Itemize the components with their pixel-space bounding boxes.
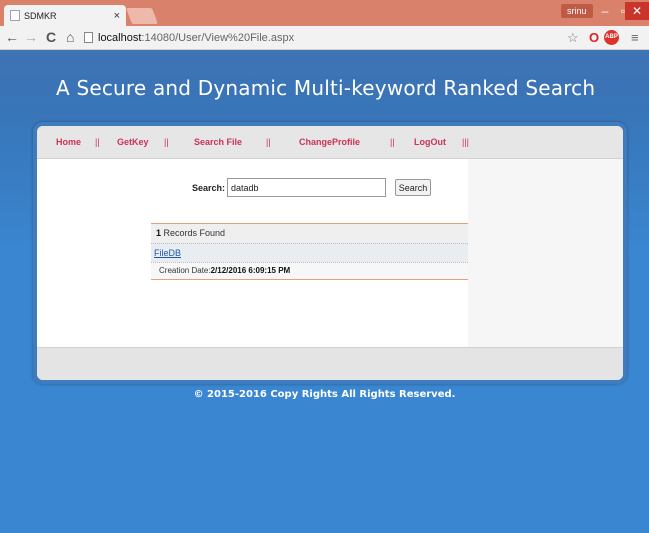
creation-date-value: 2/12/2016 6:09:15 PM — [210, 266, 291, 275]
records-found-row: 1 Records Found — [151, 223, 470, 243]
star-icon[interactable]: ☆ — [567, 30, 579, 46]
file-link[interactable]: FileDB — [154, 248, 181, 258]
menu-logout[interactable]: LogOut — [414, 137, 446, 147]
new-tab-button[interactable] — [126, 8, 158, 24]
tab-title: SDMKR — [24, 10, 57, 21]
search-input[interactable] — [227, 178, 386, 197]
menu-separator: || — [266, 137, 271, 147]
menu-search-file[interactable]: Search File — [194, 137, 242, 147]
creation-date-row: Creation Date:2/12/2016 6:09:15 PM — [151, 262, 470, 280]
tab-close-icon[interactable]: × — [114, 10, 120, 22]
opera-icon[interactable]: O — [589, 30, 599, 46]
address-bar[interactable]: localhost:14080/User/View%20File.aspx — [84, 28, 544, 47]
menu-home[interactable]: Home — [56, 137, 81, 147]
menu-separator: ||| — [462, 137, 470, 147]
results-table: 1 Records Found FileDB Creation Date:2/1… — [151, 223, 470, 280]
card-footer — [37, 347, 623, 380]
close-window-button[interactable]: ✕ — [625, 2, 649, 20]
page-icon — [84, 32, 93, 43]
search-label: Search: — [192, 183, 226, 193]
menu-separator: || — [95, 137, 100, 147]
site-title: A Secure and Dynamic Multi-keyword Ranke… — [56, 76, 596, 100]
back-arrow-icon[interactable]: ← — [5, 28, 19, 46]
result-row: FileDB — [151, 243, 470, 262]
menu-icon[interactable]: ≡ — [631, 30, 639, 46]
menu-change-profile[interactable]: ChangeProfile — [299, 137, 360, 147]
creation-date-label: Creation Date: — [159, 266, 211, 275]
browser-toolbar: ← → C ⌂ localhost:14080/User/View%20File… — [0, 26, 649, 50]
menu-getkey[interactable]: GetKey — [117, 137, 149, 147]
menu-separator: || — [164, 137, 169, 147]
home-icon[interactable]: ⌂ — [66, 28, 74, 46]
menu-separator: || — [33, 137, 38, 147]
main-card: || Home || GetKey || Search File || Chan… — [33, 122, 627, 384]
adblock-icon[interactable]: ABP — [604, 30, 619, 45]
favicon-icon — [10, 10, 20, 21]
browser-titlebar: SDMKR × srinu – ▫ ✕ — [0, 0, 649, 26]
forward-arrow-icon[interactable]: → — [24, 28, 38, 46]
url-host: localhost — [98, 31, 142, 44]
menu-separator: || — [390, 137, 395, 147]
url-text[interactable]: localhost:14080/User/View%20File.aspx — [98, 32, 294, 44]
copyright-text: © 2015-2016 Copy Rights All Rights Reser… — [193, 389, 456, 400]
nav-menu: || Home || GetKey || Search File || Chan… — [37, 126, 623, 159]
page-background: A Secure and Dynamic Multi-keyword Ranke… — [0, 50, 649, 533]
search-button[interactable]: Search — [395, 179, 431, 196]
url-path: :14080/User/View%20File.aspx — [141, 31, 295, 44]
records-found-text: Records Found — [161, 228, 226, 238]
user-badge[interactable]: srinu — [561, 4, 593, 18]
browser-tab[interactable]: SDMKR × — [4, 5, 126, 26]
content-area: Search: Search 1 Records Found FileDB Cr… — [37, 159, 623, 347]
reload-icon[interactable]: C — [46, 28, 56, 46]
right-panel — [468, 159, 623, 347]
